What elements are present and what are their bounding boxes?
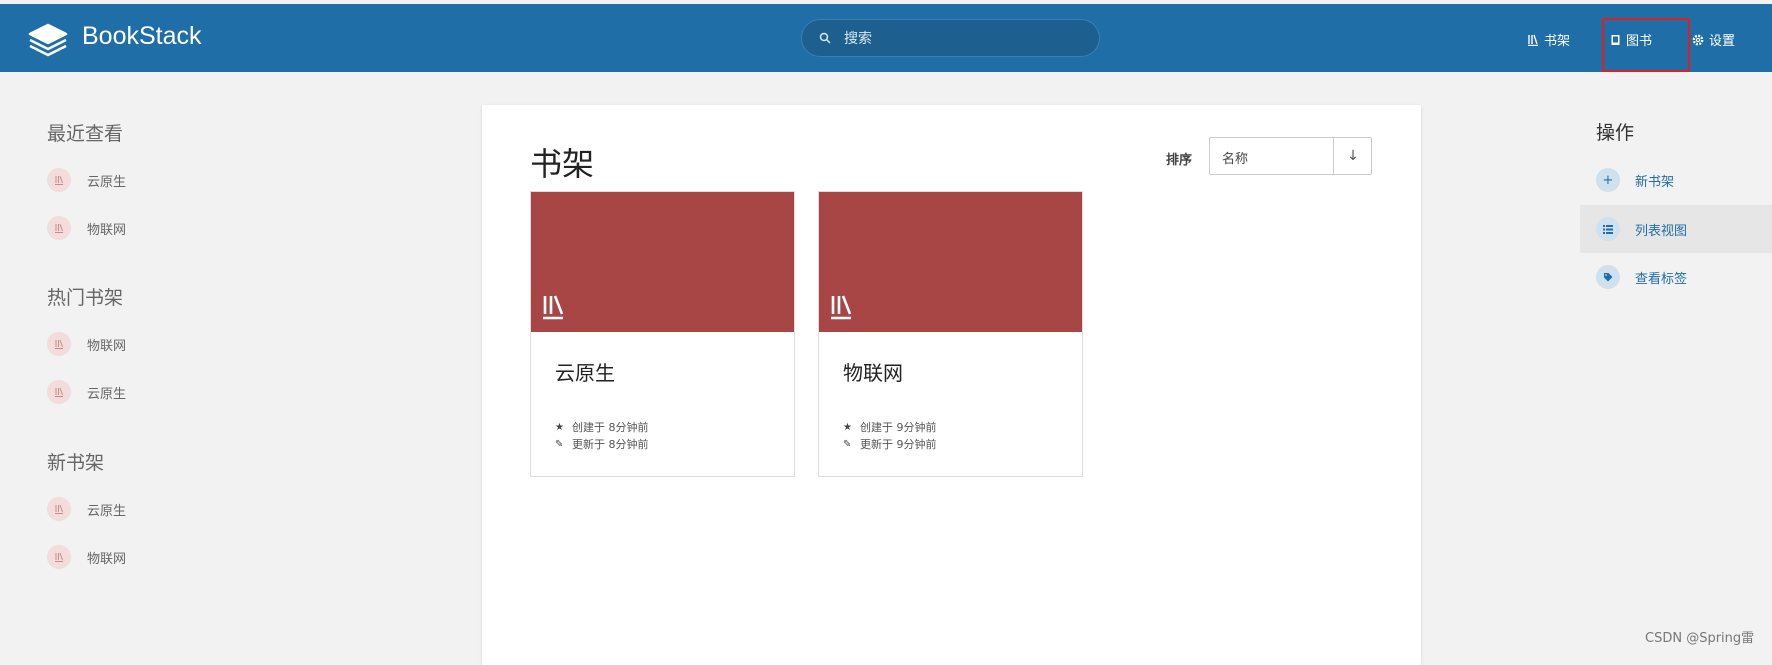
shelf-icon — [47, 380, 71, 404]
popular-item[interactable]: 物联网 — [47, 332, 126, 356]
shelf-icon — [47, 168, 71, 192]
list-view-action[interactable]: 列表视图 — [1580, 205, 1772, 253]
shelf-updated-text: 更新于 9分钟前 — [860, 438, 937, 451]
list-view-label: 列表视图 — [1635, 223, 1688, 239]
view-tags-label: 查看标签 — [1635, 271, 1688, 287]
list-icon — [1596, 217, 1620, 241]
shelf-created: ★ 创建于 9分钟前 — [843, 419, 937, 435]
sort-select-value[interactable]: 名称 — [1222, 148, 1248, 167]
sort-label: 排序 — [1166, 153, 1193, 168]
nav-settings[interactable]: 设置 — [1692, 30, 1735, 49]
shelf-updated: ✎ 更新于 8分钟前 — [555, 436, 649, 452]
page-title: 书架 — [530, 145, 595, 183]
new-shelf-label: 新书架 — [1635, 174, 1675, 190]
new-item[interactable]: 物联网 — [47, 545, 126, 569]
sort-select[interactable]: 名称 ↓ — [1209, 137, 1372, 175]
actions-title: 操作 — [1596, 122, 1635, 144]
search-input[interactable] — [842, 26, 1086, 52]
shelf-icon — [1528, 34, 1538, 46]
new-item-label: 物联网 — [87, 551, 127, 567]
recent-title: 最近查看 — [47, 123, 124, 145]
top-header: BookStack 书架 图书 设置 — [0, 4, 1772, 72]
brand-name[interactable]: BookStack — [82, 22, 202, 51]
shelf-cover[interactable] — [819, 192, 1082, 332]
main-content-card: 书架 排序 名称 ↓ 云原生 ★ 创建于 8分钟前 ✎ 更新于 8分钟前 物联网… — [482, 105, 1421, 665]
pencil-icon: ✎ — [555, 438, 564, 450]
search-icon — [819, 32, 831, 44]
view-tags-action[interactable]: 查看标签 — [1580, 253, 1772, 301]
shelf-icon — [831, 295, 852, 320]
recent-item-label: 物联网 — [87, 222, 127, 238]
shelf-name[interactable]: 云原生 — [555, 357, 615, 386]
new-item-label: 云原生 — [87, 503, 127, 519]
shelf-icon — [47, 216, 71, 240]
recent-item[interactable]: 物联网 — [47, 216, 126, 240]
shelf-name[interactable]: 物联网 — [843, 357, 903, 386]
shelf-updated: ✎ 更新于 9分钟前 — [843, 436, 937, 452]
new-title: 新书架 — [47, 452, 105, 474]
popular-item-label: 物联网 — [87, 338, 127, 354]
shelf-created-text: 创建于 8分钟前 — [572, 421, 649, 434]
search-bar[interactable] — [801, 19, 1100, 57]
star-icon: ★ — [555, 421, 564, 433]
bookstack-logo-icon[interactable] — [26, 19, 70, 59]
tag-icon — [1596, 265, 1620, 289]
shelf-icon — [47, 497, 71, 521]
shelf-updated-text: 更新于 8分钟前 — [572, 438, 649, 451]
recent-item-label: 云原生 — [87, 174, 127, 190]
nav-shelves-label: 书架 — [1544, 34, 1571, 49]
shelf-card[interactable]: 云原生 ★ 创建于 8分钟前 ✎ 更新于 8分钟前 — [530, 191, 795, 477]
nav-settings-label: 设置 — [1709, 34, 1736, 49]
shelf-card[interactable]: 物联网 ★ 创建于 9分钟前 ✎ 更新于 9分钟前 — [818, 191, 1083, 477]
popular-item[interactable]: 云原生 — [47, 380, 126, 404]
popular-title: 热门书架 — [47, 287, 124, 309]
recent-item[interactable]: 云原生 — [47, 168, 126, 192]
new-shelf-action[interactable]: + 新书架 — [1580, 156, 1772, 204]
star-icon: ★ — [843, 421, 852, 433]
sort-direction-button[interactable]: ↓ — [1333, 138, 1372, 174]
highlight-annotation — [1602, 18, 1690, 72]
shelf-icon — [47, 545, 71, 569]
plus-icon: + — [1596, 168, 1620, 192]
nav-shelves[interactable]: 书架 — [1527, 30, 1570, 49]
shelf-icon — [543, 295, 564, 320]
popular-item-label: 云原生 — [87, 386, 127, 402]
pencil-icon: ✎ — [843, 438, 852, 450]
watermark: CSDN @Spring雷 — [1645, 631, 1755, 646]
shelf-icon — [47, 332, 71, 356]
shelf-cover[interactable] — [531, 192, 794, 332]
gear-icon — [1692, 34, 1704, 45]
new-item[interactable]: 云原生 — [47, 497, 126, 521]
shelf-created: ★ 创建于 8分钟前 — [555, 419, 649, 435]
shelf-created-text: 创建于 9分钟前 — [860, 421, 937, 434]
